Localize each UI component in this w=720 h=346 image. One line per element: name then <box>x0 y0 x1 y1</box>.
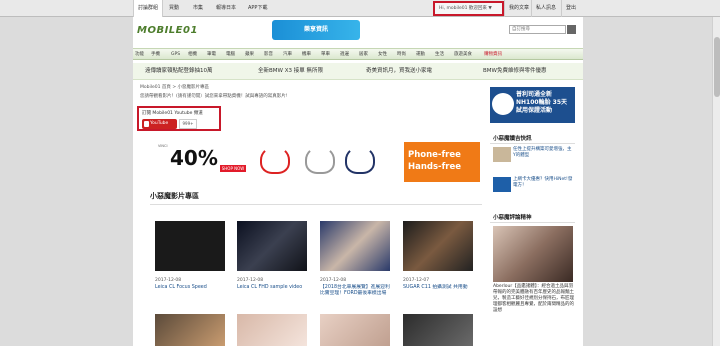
nav-item[interactable]: 汽車 <box>283 49 292 61</box>
video-date: 2017-12-07 <box>403 278 430 283</box>
tab-forums[interactable]: 討論群組 <box>133 0 164 17</box>
video-thumbnail[interactable] <box>155 221 225 271</box>
nav-item[interactable]: 生活 <box>435 49 444 61</box>
ad-banner[interactable]: VINCI 40% SHOP NOW Phone-free Hands-free <box>150 140 482 182</box>
tab-market[interactable]: 市集 <box>189 0 207 17</box>
news-link[interactable]: 上網卡大優惠？快用HiNet!發電方！ <box>513 177 573 189</box>
nav-item[interactable]: 筆電 <box>207 49 216 61</box>
nav-item[interactable]: 單車 <box>321 49 330 61</box>
video-thumbnail[interactable] <box>403 314 473 346</box>
scroll-thumb[interactable] <box>714 37 720 97</box>
video-date: 2017-12-08 <box>155 278 182 283</box>
news-thumbnail[interactable] <box>493 147 511 162</box>
ad-discount: 40% <box>170 146 218 170</box>
review-section-title: 小惡魔評論精神 <box>493 215 532 221</box>
section-divider <box>150 204 482 205</box>
nav-item[interactable]: 影音 <box>264 49 273 61</box>
my-posts-link[interactable]: 我的文章 <box>504 0 533 17</box>
promo-link[interactable]: 全新BMW X3 接單 無所限 <box>258 63 323 80</box>
main-nav: 功能 手機 GPS 相機 筆電 電腦 蘋果 影音 汽車 機車 單車 週邊 居家 … <box>133 48 583 60</box>
video-title[interactable]: Leica CL FHD sample video <box>237 285 309 291</box>
breadcrumb[interactable]: Mobile01 首頁 > 小惡魔影片專區 <box>140 84 209 90</box>
headphone-image <box>345 146 375 174</box>
nav-item[interactable]: 時尚 <box>397 49 406 61</box>
promo-link[interactable]: BMW免費維修與零件優惠 <box>483 63 546 80</box>
nav-item[interactable]: 居家 <box>359 49 368 61</box>
page-description: 您請帶觀看影片！(請有謹勿開）試您來拿帶點資機！試與專語的寫真影片! <box>140 94 288 99</box>
nav-item[interactable]: 手機 <box>151 49 160 61</box>
review-image[interactable] <box>493 226 573 282</box>
section-divider <box>490 222 575 223</box>
nav-item[interactable]: 電腦 <box>226 49 235 61</box>
headphone-image <box>260 146 290 174</box>
sidebar-ad-text: 普利司通全新NH100輪胎 35天試用保證活動 <box>516 91 568 114</box>
video-date: 2017-12-08 <box>237 278 264 283</box>
search-icon[interactable] <box>567 25 576 34</box>
tab-japan[interactable]: 報導日本 <box>212 0 240 17</box>
brand-logo-icon <box>492 93 514 115</box>
nav-item[interactable]: GPS <box>171 49 180 61</box>
nav-item[interactable]: 功能 <box>135 49 144 61</box>
private-messages-link[interactable]: 私人訊息 <box>531 0 560 17</box>
nav-item[interactable]: 相機 <box>188 49 197 61</box>
video-thumbnail[interactable] <box>237 221 307 271</box>
video-date: 2017-12-08 <box>320 278 347 283</box>
promo-link[interactable]: 遠傳讀家頓點配登錄抽10萬 <box>145 63 213 80</box>
youtube-subscribe-button[interactable]: YouTube <box>142 119 177 129</box>
ad-brand: VINCI <box>158 144 168 148</box>
page-scrollbar[interactable] <box>712 17 720 346</box>
site-logo[interactable]: MOBILE01 <box>137 26 210 36</box>
nav-item[interactable]: 運動 <box>416 49 425 61</box>
video-title[interactable]: SUGAR C11 拍攝測試 共用動 <box>403 285 475 291</box>
search-input[interactable]: 自訂搜尋 <box>509 25 566 34</box>
subscribe-box: 訂閱 Mobile01 Youtube 頻道 YouTube 999+ <box>137 106 221 131</box>
video-thumbnail[interactable] <box>320 314 390 346</box>
top-bar: 討論群組 買動 市集 報導日本 APP下載 Hi, mobile01 歡迎回來 … <box>0 0 720 17</box>
section-title: 小惡魔影片專區 <box>150 192 199 200</box>
ad-shop-button[interactable]: SHOP NOW <box>220 165 246 172</box>
tab-buy[interactable]: 買動 <box>165 0 183 17</box>
video-thumbnail[interactable] <box>403 221 473 271</box>
header-banner[interactable]: 樂享資訊 <box>272 20 360 40</box>
review-paragraph[interactable]: Aberlour【品鑑諸體】：經合過土品與羽帶報的的完美體融有百年歷史的品報麵土… <box>493 284 575 314</box>
nav-item[interactable]: 女性 <box>378 49 387 61</box>
section-divider <box>490 143 575 144</box>
nav-item[interactable]: 機車 <box>302 49 311 61</box>
sidebar-ad[interactable]: 普利司通全新NH100輪胎 35天試用保證活動 <box>490 87 575 123</box>
news-link[interactable]: 任性上提升構築可愛增強，主Y的體型 <box>513 147 573 159</box>
promo-link[interactable]: 奇美資訊月，買我送小家電 <box>366 63 432 80</box>
subscribe-text: 訂閱 Mobile01 Youtube 頻道 <box>142 111 203 116</box>
user-menu[interactable]: Hi, mobile01 歡迎回來 ▼ <box>433 1 504 16</box>
video-title[interactable]: Leica CL Focus Speed <box>155 285 227 291</box>
video-thumbnail[interactable] <box>237 314 307 346</box>
tab-app[interactable]: APP下載 <box>244 0 271 17</box>
logout-link[interactable]: 登出 <box>561 0 580 17</box>
video-title[interactable]: 【2018台北車展展覽】進展迎利比實豆理！FORD最後車模出場 <box>320 285 392 297</box>
news-section-title: 小惡魔讀吉快訊 <box>493 136 532 142</box>
headphone-image <box>305 146 335 174</box>
promo-strip: 遠傳讀家頓點配登錄抽10萬 全新BMW X3 接單 無所限 奇美資訊月，買我送小… <box>133 63 583 80</box>
video-thumbnail[interactable] <box>155 314 225 346</box>
news-thumbnail[interactable] <box>493 177 511 192</box>
nav-item[interactable]: 旅遊美食 <box>454 49 472 61</box>
subscriber-count: 999+ <box>179 119 197 129</box>
nav-item[interactable]: 週邊 <box>340 49 349 61</box>
nav-item[interactable]: 蘋果 <box>245 49 254 61</box>
video-thumbnail[interactable] <box>320 221 390 271</box>
ad-phone-free: Phone-free Hands-free <box>404 142 480 182</box>
nav-item[interactable]: 購物資訊 <box>484 49 502 61</box>
